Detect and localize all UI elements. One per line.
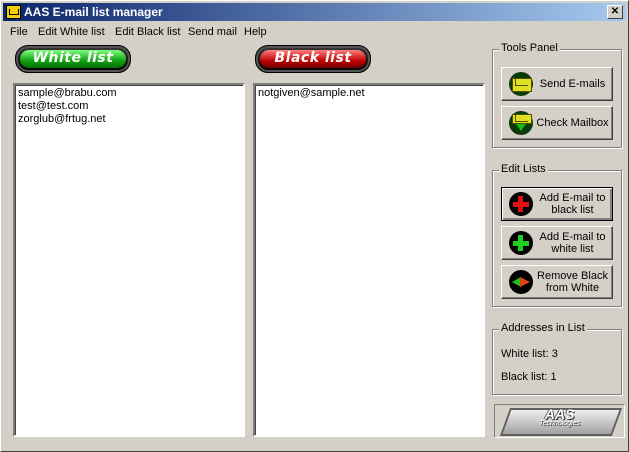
send-emails-label: Send E-mails (539, 78, 606, 90)
black-list-header: Black list (255, 45, 371, 73)
app-envelope-icon (6, 5, 21, 19)
check-mailbox-label: Check Mailbox (536, 117, 609, 129)
addresses-panel: Addresses in List White list: 3 Black li… (492, 322, 622, 395)
addresses-legend: Addresses in List (499, 322, 587, 334)
mailbox-arrow-icon (509, 111, 533, 135)
black-list-box[interactable]: notgiven@sample.net (253, 83, 485, 437)
edit-lists-panel: Edit Lists Add E-mail to black list Add … (492, 163, 622, 307)
remove-black-from-white-button[interactable]: Remove Black from White (501, 265, 613, 299)
white-list-header: White list (15, 45, 131, 73)
edit-lists-legend: Edit Lists (499, 163, 548, 175)
aas-technologies-logo: AAS Technologies (494, 404, 625, 438)
add-to-white-list-button[interactable]: Add E-mail to white list (501, 226, 613, 260)
black-list-header-label: Black list (274, 50, 352, 66)
tools-panel-legend: Tools Panel (499, 42, 560, 54)
list-item[interactable]: notgiven@sample.net (255, 87, 483, 100)
remove-black-from-white-label: Remove Black from White (537, 270, 608, 294)
envelope-icon (509, 72, 533, 96)
list-item[interactable]: sample@brabu.com (15, 87, 243, 100)
tools-panel: Tools Panel Send E-mails Check Mailbox (492, 42, 622, 148)
menu-send-mail[interactable]: Send mail (188, 26, 237, 38)
swap-arrows-icon (509, 270, 533, 294)
white-list-box[interactable]: sample@brabu.com test@test.com zorglub@f… (13, 83, 245, 437)
check-mailbox-button[interactable]: Check Mailbox (501, 106, 613, 140)
add-to-black-list-label: Add E-mail to black list (539, 192, 606, 216)
title-bar: AAS E-mail list manager ✕ (3, 3, 626, 21)
menu-bar: File Edit White list Edit Black list Sen… (3, 23, 626, 41)
window-title: AAS E-mail list manager (24, 5, 163, 19)
main-window: AAS E-mail list manager ✕ File Edit Whit… (0, 0, 629, 452)
list-item[interactable]: zorglub@frtug.net (15, 113, 243, 126)
green-plus-icon (509, 231, 533, 255)
menu-help[interactable]: Help (244, 26, 267, 38)
close-button[interactable]: ✕ (607, 5, 623, 19)
menu-file[interactable]: File (10, 26, 28, 38)
add-to-white-list-label: Add E-mail to white list (539, 231, 606, 255)
white-list-header-label: White list (32, 50, 114, 66)
menu-edit-black-list[interactable]: Edit Black list (115, 26, 180, 38)
black-list-count: Black list: 1 (501, 371, 557, 383)
logo-subtitle: Technologies (539, 420, 580, 427)
add-to-black-list-button[interactable]: Add E-mail to black list (501, 187, 613, 221)
menu-edit-white-list[interactable]: Edit White list (38, 26, 105, 38)
send-emails-button[interactable]: Send E-mails (501, 67, 613, 101)
white-list-count: White list: 3 (501, 348, 558, 360)
list-item[interactable]: test@test.com (15, 100, 243, 113)
red-plus-icon (509, 192, 533, 216)
